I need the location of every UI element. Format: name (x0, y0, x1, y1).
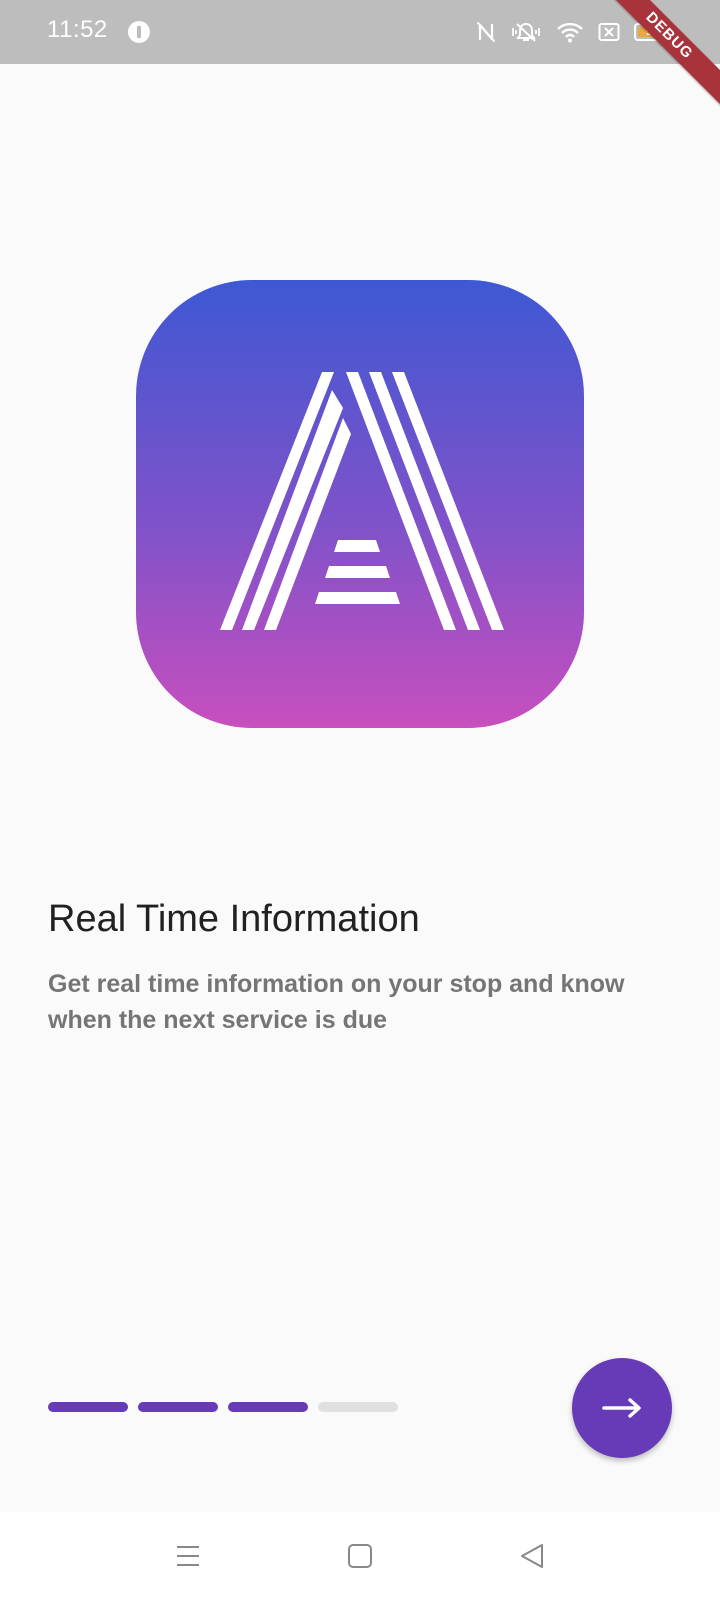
wifi-icon (556, 21, 584, 43)
page-indicator-1 (48, 1402, 128, 1412)
menu-icon (177, 1546, 199, 1566)
page-subtitle: Get real time information on your stop a… (48, 970, 625, 1034)
home-square-icon (348, 1544, 372, 1568)
app-logo (136, 280, 584, 728)
vibrate-icon (510, 21, 542, 43)
page-indicator-2 (138, 1402, 218, 1412)
page-title: Real Time Information (48, 898, 420, 940)
page-indicator-3 (228, 1402, 308, 1412)
app-notification-icon (128, 21, 150, 43)
back-button[interactable] (512, 1536, 552, 1576)
back-triangle-icon (521, 1544, 543, 1568)
next-button[interactable] (572, 1358, 672, 1458)
status-bar: 11:52 94 (0, 0, 720, 64)
page-indicator-4 (318, 1402, 398, 1412)
nfc-off-icon (476, 21, 496, 43)
arrow-right-icon (602, 1398, 641, 1418)
system-navigation-bar (0, 1512, 720, 1600)
recent-apps-button[interactable] (168, 1536, 208, 1576)
letter-a-logo-icon (220, 372, 504, 630)
status-time: 11:52 (47, 16, 108, 43)
home-button[interactable] (340, 1536, 380, 1576)
onboarding-page-indicator (48, 1402, 398, 1412)
sim-off-icon (598, 22, 620, 42)
